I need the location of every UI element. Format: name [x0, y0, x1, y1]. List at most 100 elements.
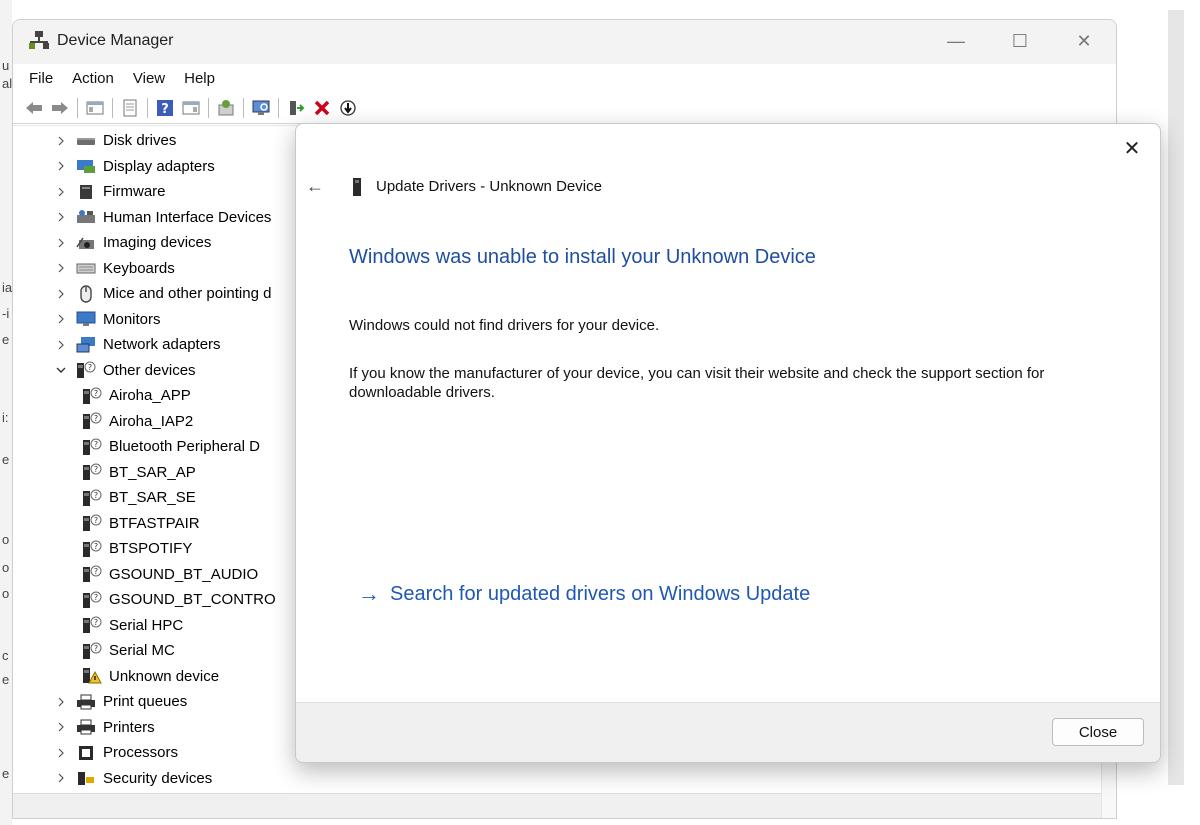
- menu-action[interactable]: Action: [72, 70, 114, 87]
- tree-device-item[interactable]: ? GSOUND_BT_CONTRO: [77, 587, 276, 612]
- tree-item-label: Airoha_IAP2: [109, 412, 194, 430]
- properties-icon[interactable]: [119, 97, 141, 119]
- svg-text:?: ?: [94, 389, 98, 398]
- menu-view[interactable]: View: [133, 70, 165, 87]
- tree-category[interactable]: Security devices: [51, 766, 212, 791]
- show-action-pane-icon[interactable]: [180, 97, 202, 119]
- back-arrow-icon[interactable]: ←: [306, 176, 324, 197]
- window-title: Device Manager: [57, 32, 174, 49]
- tree-device-item[interactable]: ? BT_SAR_AP: [77, 460, 196, 485]
- help-icon[interactable]: ?: [154, 97, 176, 119]
- menu-help[interactable]: Help: [184, 70, 215, 87]
- minimize-button[interactable]: —: [933, 26, 979, 56]
- chevron-right-icon[interactable]: [51, 160, 71, 172]
- tree-category[interactable]: Display adapters: [51, 154, 215, 179]
- windows-update-link[interactable]: → Search for updated drivers on Windows …: [358, 581, 810, 607]
- chevron-right-icon[interactable]: [51, 237, 71, 249]
- tree-item-label: GSOUND_BT_AUDIO: [109, 565, 259, 583]
- update-driver-icon[interactable]: [215, 97, 237, 119]
- chevron-right-icon[interactable]: [51, 313, 71, 325]
- update-drivers-dialog: ✕ ← Update Drivers - Unknown Device Wind…: [295, 123, 1161, 763]
- clipped-text: o: [2, 560, 10, 575]
- chevron-right-icon[interactable]: [51, 747, 71, 759]
- chevron-right-icon[interactable]: [51, 721, 71, 733]
- chevron-right-icon[interactable]: [51, 135, 71, 147]
- unknown-device-icon: [353, 178, 361, 196]
- chevron-right-icon[interactable]: [51, 186, 71, 198]
- chevron-right-icon[interactable]: [51, 211, 71, 223]
- tree-device-item[interactable]: ? Airoha_IAP2: [77, 409, 193, 434]
- security-device-icon: [75, 769, 97, 787]
- windows-update-link-label: Search for updated drivers on Windows Up…: [390, 582, 811, 605]
- chevron-down-icon[interactable]: [51, 364, 71, 376]
- close-window-button[interactable]: ✕: [1061, 26, 1107, 56]
- background-scroll-strip: [1160, 0, 1200, 825]
- tree-category[interactable]: Firmware: [51, 179, 166, 204]
- tree-device-item[interactable]: ? Serial HPC: [77, 613, 183, 638]
- tree-category[interactable]: Mice and other pointing d: [51, 281, 271, 306]
- toolbar-separator: [208, 97, 209, 118]
- printer-icon: [75, 718, 97, 736]
- tree-device-item[interactable]: ? Bluetooth Peripheral D: [77, 434, 260, 459]
- maximize-button[interactable]: ☐: [997, 26, 1043, 56]
- forward-arrow-icon[interactable]: [49, 97, 71, 119]
- unknown-device-icon: ?: [81, 387, 103, 405]
- printer-icon: [75, 693, 97, 711]
- tree-category[interactable]: Keyboards: [51, 256, 175, 281]
- processor-icon: [75, 744, 97, 762]
- tree-item-label: Print queues: [103, 693, 188, 710]
- unknown-device-icon: ?: [81, 463, 103, 481]
- tree-item-label: Mice and other pointing d: [103, 285, 272, 302]
- disable-device-icon[interactable]: [337, 97, 359, 119]
- tree-item-label: Security devices: [103, 769, 213, 787]
- toolbar-separator: [243, 97, 244, 118]
- chevron-right-icon[interactable]: [51, 288, 71, 300]
- show-hide-console-tree-icon[interactable]: [84, 97, 106, 119]
- tree-device-item[interactable]: ? Serial MC: [77, 638, 175, 663]
- unknown-device-icon: ?: [75, 361, 97, 379]
- tree-item-label: Processors: [103, 744, 179, 761]
- hid-icon: [75, 208, 97, 226]
- enable-device-icon[interactable]: [285, 97, 307, 119]
- tree-category[interactable]: Monitors: [51, 307, 161, 332]
- tree-device-item[interactable]: ? GSOUND_BT_AUDIO: [77, 562, 258, 587]
- tree-category[interactable]: Printers: [51, 715, 155, 740]
- tree-item-label: Keyboards: [103, 259, 175, 277]
- menu-file[interactable]: File: [29, 70, 53, 87]
- device-manager-icon: [29, 31, 49, 49]
- svg-text:?: ?: [94, 414, 98, 423]
- tree-item-label: GSOUND_BT_CONTRO: [109, 591, 276, 608]
- tree-item-label: BTSPOTIFY: [109, 540, 193, 557]
- back-arrow-icon[interactable]: [23, 97, 45, 119]
- toolbar-separator: [77, 97, 78, 118]
- tree-device-item[interactable]: ? BT_SAR_SE: [77, 485, 196, 510]
- clipped-text: e: [2, 766, 10, 781]
- tree-category[interactable]: Print queues: [51, 689, 187, 714]
- tree-device-item[interactable]: ? BTSPOTIFY: [77, 536, 192, 561]
- tree-device-item[interactable]: Unknown device: [77, 664, 219, 689]
- tree-device-item[interactable]: ? BTFASTPAIR: [77, 511, 200, 536]
- uninstall-device-icon[interactable]: [311, 97, 333, 119]
- dialog-footer: Close: [296, 702, 1160, 762]
- scan-hardware-icon[interactable]: [250, 97, 272, 119]
- chevron-right-icon[interactable]: [51, 339, 71, 351]
- unknown-device-icon: ?: [81, 642, 103, 660]
- dialog-close-icon[interactable]: ✕: [1118, 134, 1146, 162]
- clipped-text: o: [2, 586, 10, 601]
- tree-item-label: Imaging devices: [103, 234, 212, 251]
- unknown-device-icon: ?: [81, 540, 103, 558]
- chevron-right-icon[interactable]: [51, 696, 71, 708]
- tree-category[interactable]: Imaging devices: [51, 230, 211, 255]
- close-button[interactable]: Close: [1052, 718, 1144, 746]
- tree-item-label: Network adapters: [103, 336, 221, 353]
- tree-device-item[interactable]: ? Airoha_APP: [77, 383, 191, 408]
- tree-category[interactable]: Network adapters: [51, 332, 221, 357]
- tree-category[interactable]: Disk drives: [51, 128, 176, 153]
- clipped-text: u: [2, 58, 10, 73]
- tree-category[interactable]: Processors: [51, 740, 178, 765]
- chevron-right-icon[interactable]: [51, 772, 71, 784]
- tree-category[interactable]: ? Other devices: [51, 358, 196, 383]
- chevron-right-icon[interactable]: [51, 262, 71, 274]
- unknown-device-icon: ?: [81, 591, 103, 609]
- tree-category[interactable]: Human Interface Devices: [51, 205, 271, 230]
